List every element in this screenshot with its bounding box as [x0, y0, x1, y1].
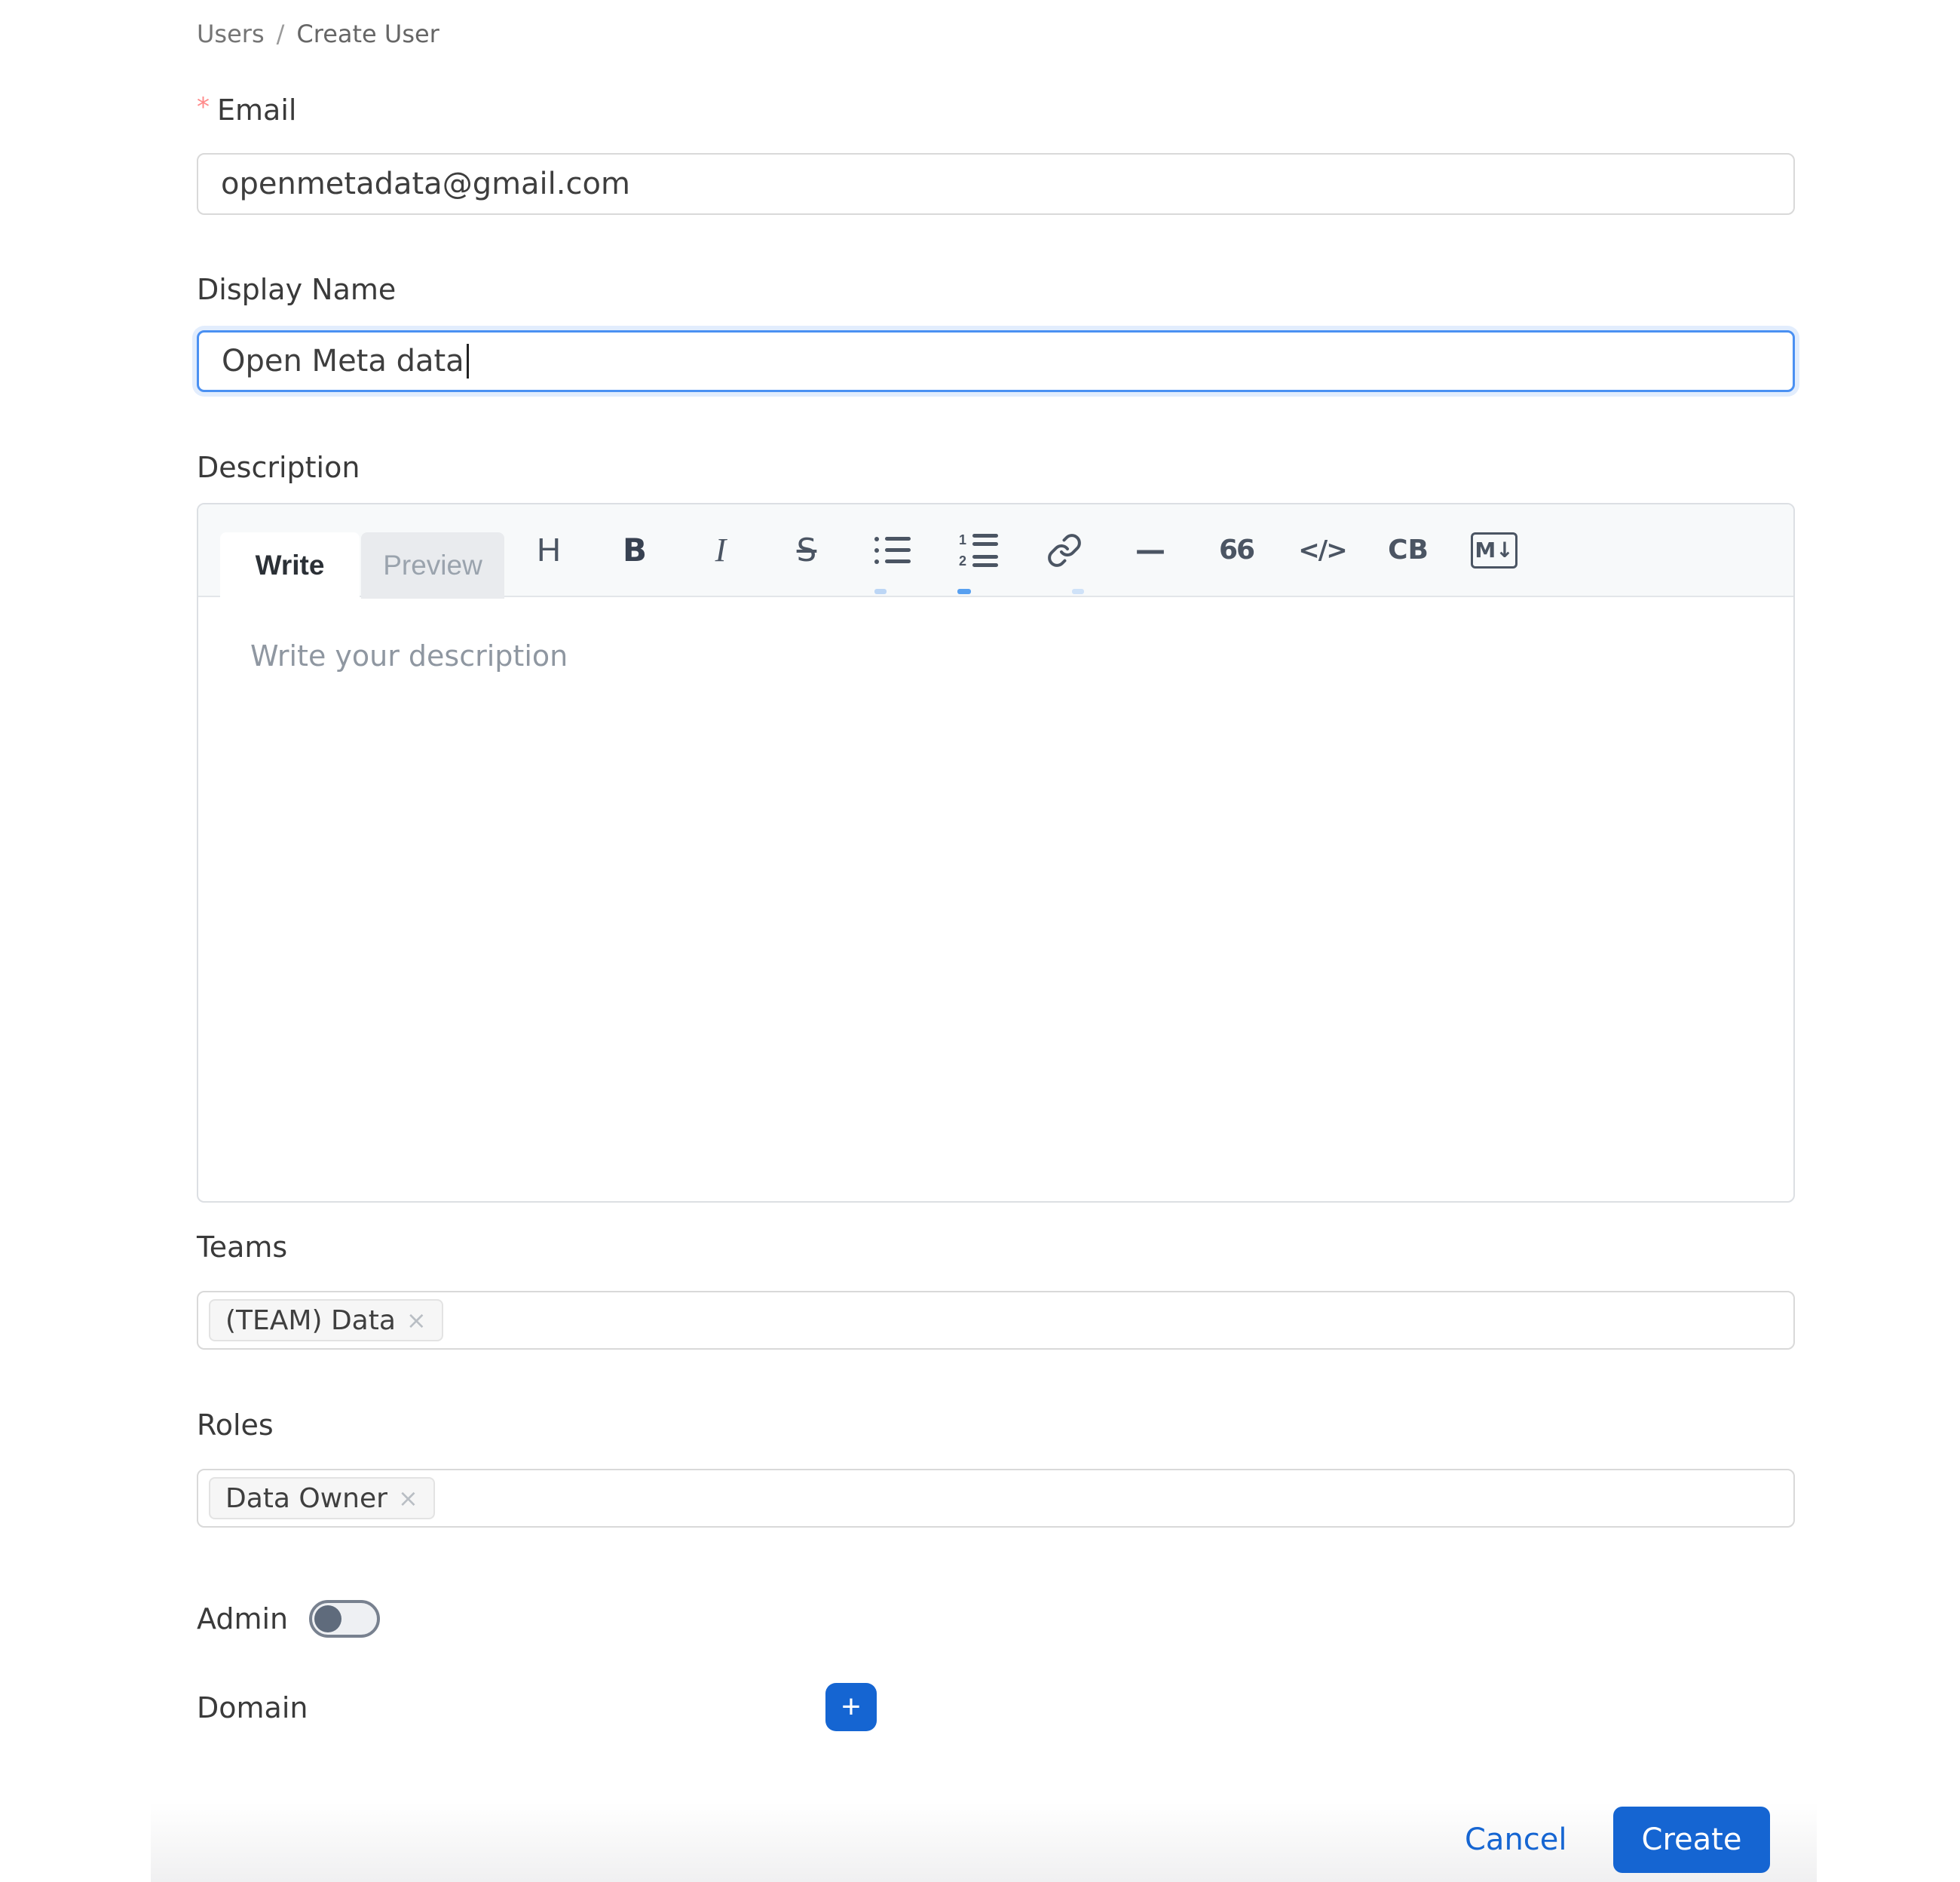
breadcrumb-separator: / — [277, 20, 285, 48]
create-button[interactable]: Create — [1613, 1807, 1770, 1873]
display-name-value: Open Meta data — [222, 344, 464, 379]
code-icon[interactable]: </> — [1296, 520, 1349, 581]
domain-label: Domain — [197, 1683, 308, 1733]
link-icon[interactable] — [1038, 520, 1091, 581]
strikethrough-icon[interactable]: S — [780, 520, 833, 581]
code-block-icon[interactable]: CB — [1382, 520, 1435, 581]
required-asterisk: * — [197, 92, 210, 122]
domain-row: Domain + — [197, 1683, 1795, 1733]
breadcrumb: Users / Create User — [197, 20, 439, 48]
text-cursor — [467, 344, 469, 379]
tab-preview[interactable]: Preview — [361, 532, 504, 599]
cancel-button[interactable]: Cancel — [1465, 1822, 1567, 1858]
email-value: openmetadata@gmail.com — [221, 167, 630, 201]
email-field[interactable]: openmetadata@gmail.com — [197, 153, 1795, 215]
role-tag: Data Owner × — [209, 1477, 435, 1519]
plus-icon: + — [841, 1690, 861, 1724]
svg-text:1: 1 — [959, 532, 966, 547]
bullet-list-icon[interactable] — [866, 520, 919, 581]
toggle-knob — [314, 1605, 341, 1632]
remove-role-icon[interactable]: × — [398, 1484, 418, 1513]
role-tag-label: Data Owner — [225, 1483, 387, 1514]
description-editor: Write Preview H B I S — [197, 503, 1795, 1203]
description-label: Description — [197, 451, 360, 484]
display-name-label: Display Name — [197, 273, 396, 306]
add-domain-button[interactable]: + — [825, 1683, 877, 1731]
numbered-list-icon[interactable]: 1 2 — [952, 520, 1005, 581]
team-tag: (TEAM) Data × — [209, 1299, 443, 1341]
heading-icon[interactable]: H — [522, 520, 575, 581]
shortcut-hint-dash — [874, 589, 887, 594]
teams-label: Teams — [197, 1231, 287, 1264]
roles-select[interactable]: Data Owner × — [197, 1469, 1795, 1528]
tab-write[interactable]: Write — [220, 532, 360, 599]
quote-icon[interactable]: 66 — [1210, 520, 1263, 581]
email-label: *Email — [197, 92, 296, 127]
breadcrumb-users[interactable]: Users — [197, 20, 265, 48]
admin-toggle[interactable] — [309, 1600, 380, 1638]
markdown-icon[interactable]: M↓ — [1468, 520, 1521, 581]
description-textarea[interactable]: Write your description — [198, 597, 1793, 715]
roles-label: Roles — [197, 1408, 274, 1442]
admin-row: Admin — [197, 1595, 380, 1643]
description-placeholder: Write your description — [250, 639, 568, 673]
teams-select[interactable]: (TEAM) Data × — [197, 1291, 1795, 1350]
italic-icon[interactable]: I — [694, 520, 747, 581]
breadcrumb-create-user: Create User — [296, 20, 439, 48]
shortcut-hint-dash — [1072, 589, 1084, 594]
shortcut-hint-dash — [957, 589, 971, 594]
display-name-field[interactable]: Open Meta data — [197, 330, 1795, 392]
team-tag-label: (TEAM) Data — [225, 1305, 396, 1336]
editor-toolbar: Write Preview H B I S — [198, 504, 1793, 597]
bold-icon[interactable]: B — [608, 520, 661, 581]
svg-text:2: 2 — [959, 553, 966, 569]
toolbar-icons: H B I S 1 — [522, 504, 1521, 596]
remove-team-icon[interactable]: × — [406, 1306, 427, 1335]
admin-label: Admin — [197, 1602, 288, 1635]
horizontal-rule-icon[interactable]: — — [1124, 520, 1177, 581]
